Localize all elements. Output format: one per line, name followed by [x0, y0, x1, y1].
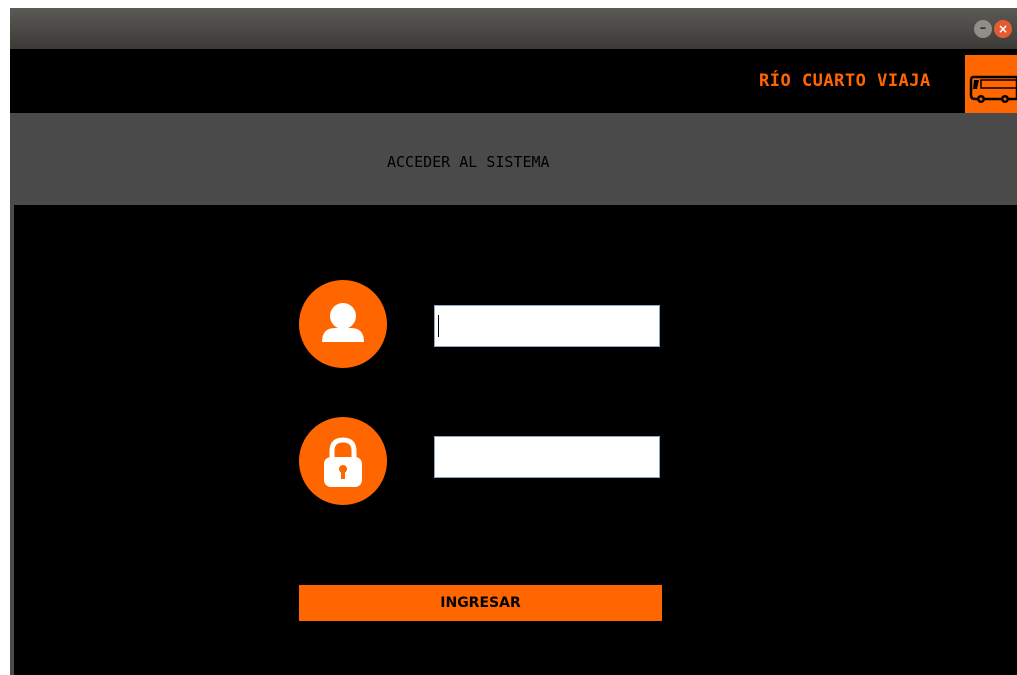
- lock-icon: [299, 417, 387, 505]
- username-input[interactable]: [434, 305, 660, 347]
- app-header: RÍO CUARTO VIAJA: [10, 49, 1017, 113]
- password-input[interactable]: [434, 436, 660, 478]
- title-bar: – ×: [10, 8, 1017, 49]
- text-caret: [438, 315, 439, 337]
- page-title: ACCEDER AL SISTEMA: [387, 153, 550, 171]
- login-button[interactable]: INGRESAR: [299, 585, 662, 621]
- bus-icon: [965, 55, 1017, 113]
- minimize-button[interactable]: –: [974, 20, 992, 38]
- left-border: [10, 205, 14, 675]
- brand-title: RÍO CUARTO VIAJA: [759, 71, 931, 91]
- close-button[interactable]: ×: [994, 20, 1012, 38]
- section-header: ACCEDER AL SISTEMA: [10, 113, 1017, 205]
- app-window: – × RÍO CUARTO VIAJA ACCEDER AL SISTEMA: [10, 8, 1017, 675]
- user-icon: [299, 280, 387, 368]
